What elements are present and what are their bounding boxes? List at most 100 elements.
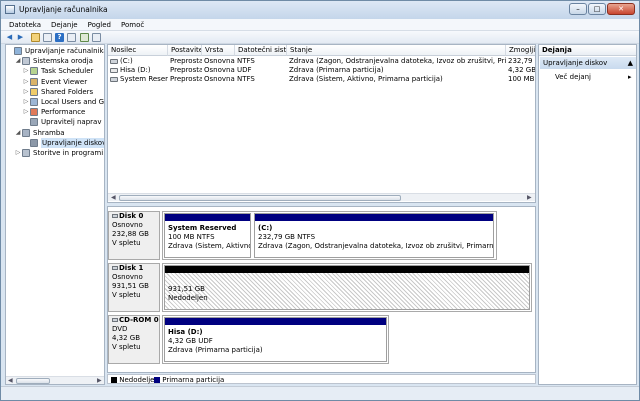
- event-viewer-icon: [30, 77, 38, 86]
- actions-pane: Dejanja Upravljanje diskov ▲ Več dejanj …: [538, 44, 637, 385]
- tree-horizontal-scrollbar[interactable]: ◀ ▶: [6, 376, 104, 384]
- tree-item-label: Shared Folders: [41, 87, 94, 96]
- primary-partition[interactable]: System Reserved 100 MB NTFS Zdrava (Sistem…: [164, 213, 251, 258]
- tree-item[interactable]: ◢ Sistemska orodja: [6, 56, 104, 66]
- primary-partition[interactable]: Hisa (D:) 4,32 GB UDF Zdrava (Primarna par…: [164, 317, 387, 362]
- disk-graphical-view[interactable]: Disk 0 Osnovno 232,88 GB V spletu System Res…: [107, 206, 536, 373]
- title-bar[interactable]: Upravljanje računalnika – □ ✕: [1, 1, 639, 19]
- column-header-datotecni-sistem[interactable]: Datotečni sistem: [235, 45, 287, 56]
- partition-color-bar: [165, 318, 386, 325]
- table-row[interactable]: Hisa (D:) Preprosta Osnovna UDF Zdrava (Prim…: [108, 66, 535, 75]
- column-header-postavitev[interactable]: Postavitev: [168, 45, 202, 56]
- task-scheduler-icon: [30, 67, 38, 76]
- primary-partition[interactable]: (C:) 232,79 GB NTFS Zdrava (Zagon, Odstran…: [254, 213, 494, 258]
- column-header-stanje[interactable]: Stanje: [287, 45, 506, 56]
- legend: Nedodeljen Primarna particija: [107, 374, 536, 384]
- tree-item[interactable]: Upravljanje diskov: [6, 137, 104, 148]
- tree-item[interactable]: ◢ Shramba: [6, 128, 104, 138]
- forward-icon[interactable]: ▶: [16, 33, 25, 42]
- tree-item[interactable]: ▷ Performance: [6, 107, 104, 117]
- actions-section-label: Upravljanje diskov: [543, 59, 608, 67]
- partition-name: Hisa (D:): [168, 328, 203, 336]
- collapsed-arrow-icon[interactable]: ▷: [23, 66, 29, 76]
- expanded-arrow-icon[interactable]: ◢: [15, 56, 21, 66]
- scroll-left-icon[interactable]: ◀: [111, 194, 116, 202]
- menu-pomoc[interactable]: Pomoč: [119, 19, 146, 31]
- menu-pogled[interactable]: Pogled: [86, 19, 113, 31]
- tree-item[interactable]: Upravljanje računalnika (lokaln: [6, 46, 104, 56]
- tree-item[interactable]: ▷ Shared Folders: [6, 87, 104, 97]
- column-header-nosilec[interactable]: Nosilec: [108, 45, 168, 56]
- disk-label[interactable]: Disk 0 Osnovno 232,88 GB V spletu: [108, 211, 160, 260]
- collapsed-arrow-icon[interactable]: ▷: [23, 107, 29, 117]
- disk-management-icon: [30, 138, 38, 147]
- scroll-right-icon[interactable]: ▶: [527, 194, 532, 202]
- volume-horizontal-scrollbar[interactable]: ◀ ▶: [108, 193, 535, 201]
- column-header-vrsta[interactable]: Vrsta: [202, 45, 235, 56]
- disk-icon: [112, 214, 118, 218]
- table-row[interactable]: (C:) Preprosta Osnovna NTFS Zdrava (Zagon, O…: [108, 57, 535, 66]
- disk-name: CD-ROM 0: [119, 316, 159, 324]
- disk-label[interactable]: CD-ROM 0 DVD 4,32 GB V spletu: [108, 315, 160, 364]
- submenu-arrow-icon[interactable]: ▸: [628, 72, 632, 82]
- tree-item[interactable]: Upravitelj naprav: [6, 117, 104, 127]
- column-header-zmogljivost[interactable]: Zmogljiv: [506, 45, 535, 56]
- table-cell: NTFS: [237, 57, 255, 65]
- partition-color-bar: [255, 214, 493, 221]
- refresh-icon[interactable]: [67, 33, 76, 42]
- partition-detail: Zdrava (Primarna particija): [168, 346, 263, 354]
- legend-swatch-primary: [154, 377, 160, 383]
- export-icon[interactable]: [80, 33, 89, 42]
- menu-dejanje[interactable]: Dejanje: [49, 19, 80, 31]
- more-actions-label: Več dejanj: [555, 73, 591, 81]
- collapsed-arrow-icon[interactable]: ▷: [23, 97, 29, 107]
- actions-title: Dejanja: [539, 45, 636, 56]
- disk-info: V spletu: [112, 239, 141, 247]
- disk-partition-strip: 931,51 GB Nedodeljen: [162, 263, 532, 312]
- table-row[interactable]: System ReservedPreprostaOsnovnaNTFS Zdrav…: [108, 75, 535, 84]
- cd-drive-icon: [112, 318, 118, 322]
- more-actions-link[interactable]: Več dejanj: [555, 72, 591, 82]
- volume-list[interactable]: Nosilec Postavitev Vrsta Datotečni siste…: [107, 44, 536, 203]
- disk-info: 4,32 GB: [112, 334, 141, 342]
- partition-detail: 232,79 GB NTFS: [258, 233, 316, 241]
- collapsed-arrow-icon[interactable]: ▷: [23, 87, 29, 97]
- maximize-button[interactable]: □: [588, 3, 606, 15]
- help-icon[interactable]: ?: [55, 33, 64, 42]
- tree-item[interactable]: ▷ Event Viewer: [6, 77, 104, 87]
- table-cell: NTFS: [237, 75, 255, 83]
- expanded-arrow-icon[interactable]: ◢: [15, 128, 21, 138]
- tree-item[interactable]: ▷ Task Scheduler: [6, 66, 104, 76]
- table-cell: Preprosta: [170, 57, 202, 65]
- performance-icon: [30, 108, 38, 117]
- volume-scroll-thumb[interactable]: [119, 195, 401, 201]
- tree-item-label: Event Viewer: [41, 77, 88, 86]
- app-icon: [5, 5, 15, 14]
- menu-datoteka[interactable]: Datoteka: [7, 19, 43, 31]
- status-bar: [1, 386, 639, 400]
- tree-item[interactable]: ▷ Storitve in programi: [6, 148, 104, 158]
- table-cell: Preprosta: [170, 75, 202, 83]
- table-cell: System Reserved: [120, 75, 168, 83]
- partition-name: System Reserved: [168, 224, 237, 232]
- tree-item-label: Upravljanje diskov: [41, 137, 104, 148]
- properties-icon[interactable]: [43, 33, 52, 42]
- scroll-left-icon[interactable]: ◀: [8, 377, 13, 384]
- close-button[interactable]: ✕: [607, 3, 635, 15]
- back-icon[interactable]: ◀: [5, 33, 14, 42]
- actions-section-disk-management[interactable]: Upravljanje diskov ▲: [540, 57, 636, 69]
- tree-item[interactable]: ▷ Local Users and Groups: [6, 97, 104, 107]
- collapsed-arrow-icon[interactable]: ▷: [15, 148, 21, 158]
- scroll-right-icon[interactable]: ▶: [97, 377, 102, 384]
- unallocated-partition[interactable]: 931,51 GB Nedodeljen: [164, 265, 530, 310]
- collapsed-arrow-icon[interactable]: ▷: [23, 77, 29, 87]
- collapse-up-icon[interactable]: ▲: [628, 57, 633, 69]
- properties-alt-icon[interactable]: [92, 33, 101, 42]
- tree-scroll-thumb[interactable]: [16, 378, 50, 384]
- disk-label[interactable]: Disk 1 Osnovno 931,51 GB V spletu: [108, 263, 160, 312]
- disk-info: 232,88 GB: [112, 230, 149, 238]
- up-icon[interactable]: [31, 33, 40, 42]
- minimize-button[interactable]: –: [569, 3, 587, 15]
- navigation-tree[interactable]: Upravljanje računalnika (lokaln ◢ Sistemsk…: [5, 44, 105, 385]
- disk-partition-strip: Hisa (D:) 4,32 GB UDF Zdrava (Primarna par…: [162, 315, 389, 364]
